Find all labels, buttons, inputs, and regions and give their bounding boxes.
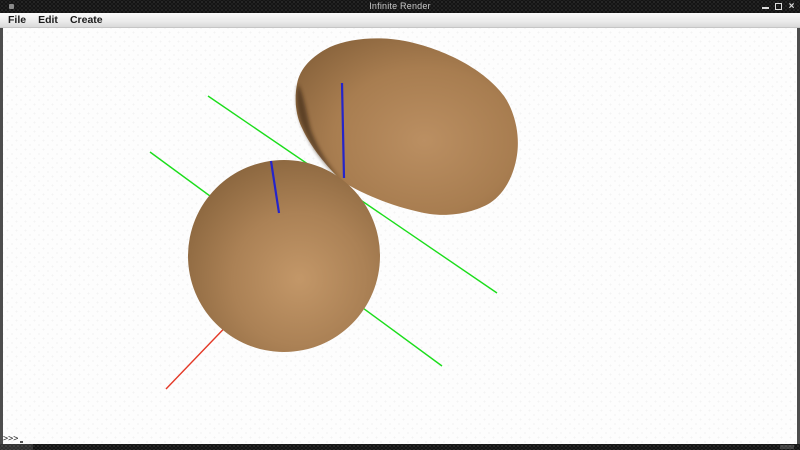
scene-svg[interactable]	[3, 28, 797, 444]
menu-file[interactable]: File	[2, 13, 32, 28]
menu-create[interactable]: Create	[64, 13, 109, 28]
console-prompt: >>>	[3, 434, 18, 444]
text-cursor	[20, 441, 23, 443]
maximize-button[interactable]	[774, 2, 783, 11]
menu-edit[interactable]: Edit	[32, 13, 64, 28]
window-title: Infinite Render	[0, 0, 800, 13]
minimize-button[interactable]	[761, 2, 770, 11]
console-row[interactable]: >>>	[3, 434, 23, 444]
bottom-bar-segment	[0, 444, 33, 450]
viewport-canvas[interactable]	[3, 28, 797, 444]
resize-grip[interactable]	[780, 445, 794, 449]
title-bar[interactable]: Infinite Render ×	[0, 0, 800, 13]
app-window: Infinite Render × File Edit Create >>>	[0, 0, 800, 450]
close-button[interactable]: ×	[787, 2, 796, 11]
menu-bar: File Edit Create	[0, 13, 800, 28]
window-controls: ×	[761, 0, 796, 13]
bottom-bar	[0, 444, 800, 450]
sphere-object[interactable]	[188, 160, 380, 352]
